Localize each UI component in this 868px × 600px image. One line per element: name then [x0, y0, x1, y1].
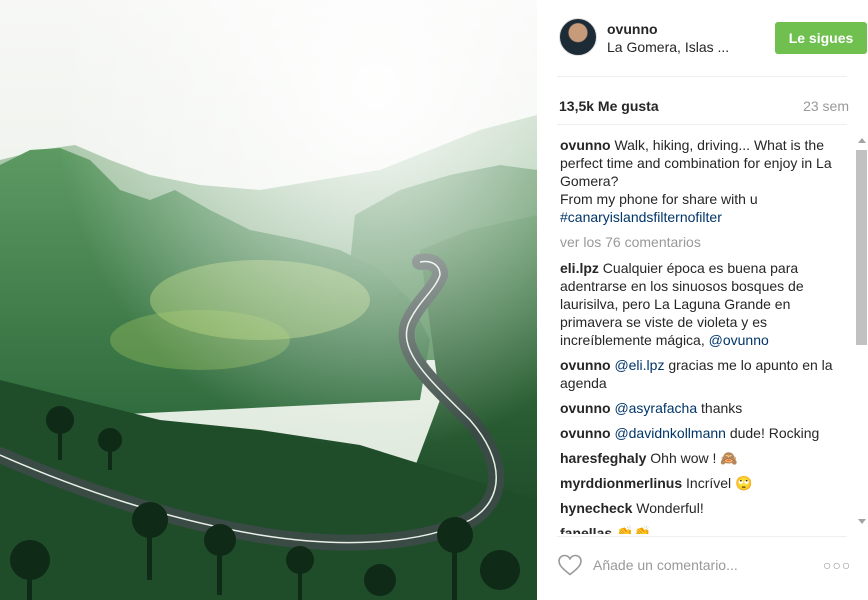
comment-text: 👏👏 [616, 525, 651, 534]
comment-author[interactable]: haresfeghaly [560, 450, 646, 466]
post-location[interactable]: La Gomera, Islas ... [607, 39, 729, 55]
stats-divider [557, 124, 847, 125]
comment-mention[interactable]: @ovunno [709, 332, 769, 348]
scrollbar-thumb[interactable] [856, 150, 867, 345]
comment-mention[interactable]: @eli.lpz [614, 357, 664, 373]
comment-text: thanks [701, 400, 743, 416]
comment-text: Incrível 🙄 [686, 475, 753, 491]
comment-mention[interactable]: @davidnkollmann [614, 425, 726, 441]
comment-item: ovunno @davidnkollmann dude! Rocking [560, 424, 836, 442]
comment-item: hynecheck Wonderful! [560, 499, 836, 517]
comment-item: ovunno @eli.lpz gracias me lo apunto en … [560, 356, 836, 392]
comments-scrollbar[interactable] [855, 135, 868, 528]
comment-text: Wonderful! [636, 500, 704, 516]
comment-input[interactable] [593, 552, 803, 578]
post-stats: 13,5k Me gusta 23 sem [559, 98, 849, 116]
following-button[interactable]: Le sigues [775, 22, 867, 54]
comments-list: ovunno Walk, hiking, driving... What is … [560, 136, 836, 534]
add-comment-row: ○○○ [557, 548, 850, 582]
likes-count[interactable]: 13,5k Me gusta [559, 98, 659, 114]
comment-author[interactable]: fanellas [560, 525, 612, 534]
comment-item: myrddionmerlinus Incrível 🙄 [560, 474, 836, 492]
comment-author[interactable]: eli.lpz [560, 260, 599, 276]
post-sidebar: ovunno La Gomera, Islas ... Le sigues 13… [537, 0, 868, 600]
post-photo[interactable] [0, 0, 537, 600]
view-all-comments-link[interactable]: ver los 76 comentarios [560, 233, 836, 251]
comment-author[interactable]: ovunno [560, 425, 611, 441]
comment-mention[interactable]: @asyrafacha [614, 400, 697, 416]
post-header: ovunno La Gomera, Islas ... Le sigues [557, 16, 867, 60]
comment-author[interactable]: ovunno [560, 400, 611, 416]
comment-item: fanellas 👏👏 [560, 524, 836, 534]
post-username[interactable]: ovunno [607, 21, 658, 37]
comment-item: haresfeghaly Ohh wow ! 🙈 [560, 449, 836, 467]
caption-hashtag[interactable]: #canaryislandsfilternofilter [560, 209, 722, 225]
comment-text: dude! Rocking [729, 425, 820, 441]
chevron-down-icon[interactable] [858, 519, 866, 524]
caption-author[interactable]: ovunno [560, 137, 611, 153]
header-divider [557, 76, 847, 77]
footer-divider [557, 536, 847, 537]
caption-text-2: From my phone for share with u [560, 191, 758, 207]
comment-author[interactable]: myrddionmerlinus [560, 475, 682, 491]
post-view: ovunno La Gomera, Islas ... Le sigues 13… [0, 0, 868, 600]
comment-item: eli.lpz Cualquier época es buena para ad… [560, 259, 836, 349]
chevron-up-icon[interactable] [858, 138, 866, 143]
comment-author[interactable]: hynecheck [560, 500, 632, 516]
heart-outline-icon[interactable] [557, 553, 583, 577]
more-options-icon[interactable]: ○○○ [823, 556, 850, 574]
landscape-image [0, 0, 537, 600]
comment-item: ovunno @asyrafacha thanks [560, 399, 836, 417]
avatar[interactable] [559, 18, 597, 56]
comment-text: Ohh wow ! 🙈 [650, 450, 738, 466]
caption: ovunno Walk, hiking, driving... What is … [560, 136, 836, 226]
post-age[interactable]: 23 sem [803, 98, 849, 114]
comment-author[interactable]: ovunno [560, 357, 611, 373]
